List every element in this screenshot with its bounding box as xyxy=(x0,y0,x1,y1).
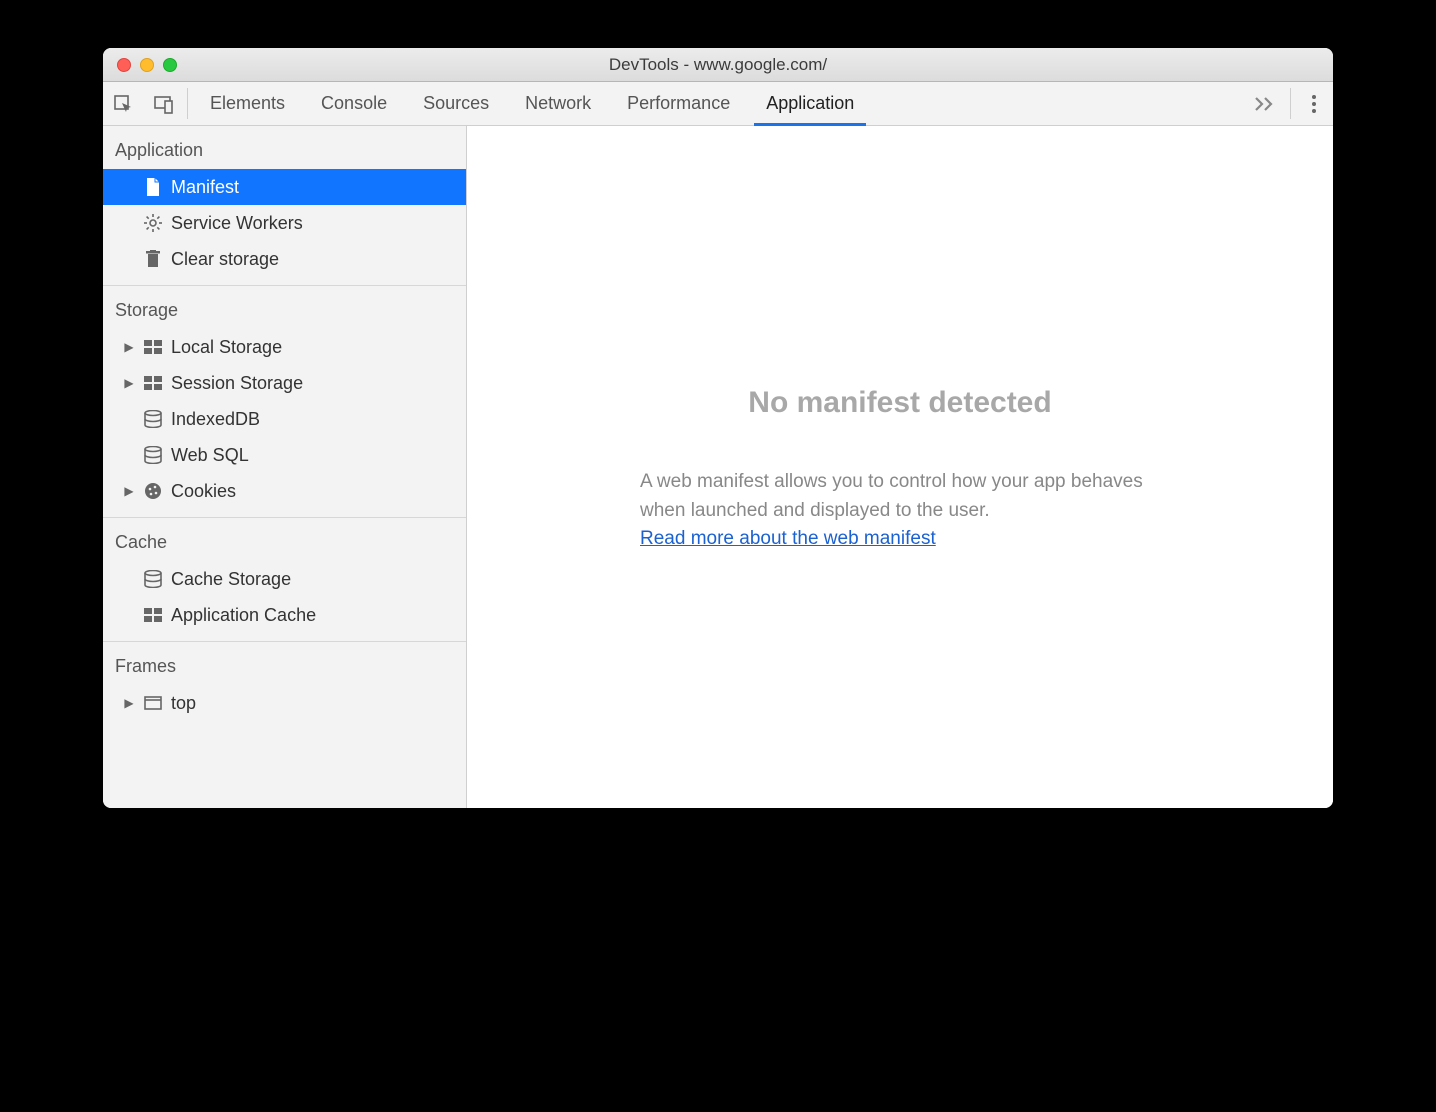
devtools-window: DevTools - www.google.com/ Elements Cons… xyxy=(103,48,1333,808)
device-icon xyxy=(153,94,173,114)
cookie-icon xyxy=(143,481,163,501)
sidebar-item-cookies[interactable]: ▶ Cookies xyxy=(103,473,466,509)
application-sidebar: Application Manifest Service Workers xyxy=(103,126,467,808)
trash-icon xyxy=(143,249,163,269)
sidebar-item-clear-storage[interactable]: Clear storage xyxy=(103,241,466,277)
sidebar-item-label: Manifest xyxy=(171,177,239,198)
devtools-toolbar: Elements Console Sources Network Perform… xyxy=(103,82,1333,126)
sidebar-item-label: Application Cache xyxy=(171,605,316,626)
sidebar-item-label: Clear storage xyxy=(171,249,279,270)
disclosure-triangle-icon[interactable]: ▶ xyxy=(123,376,135,390)
tab-performance[interactable]: Performance xyxy=(609,82,748,125)
sidebar-item-label: top xyxy=(171,693,196,714)
sidebar-group-cache: Cache xyxy=(103,518,466,561)
sidebar-item-top-frame[interactable]: ▶ top xyxy=(103,685,466,721)
sidebar-item-label: Web SQL xyxy=(171,445,249,466)
inspect-element-button[interactable] xyxy=(103,82,143,125)
disclosure-triangle-icon[interactable]: ▶ xyxy=(123,696,135,710)
disclosure-triangle-icon[interactable]: ▶ xyxy=(123,340,135,354)
sidebar-item-manifest[interactable]: Manifest xyxy=(103,169,466,205)
sidebar-item-label: Cookies xyxy=(171,481,236,502)
kebab-icon xyxy=(1311,94,1317,114)
sidebar-item-service-workers[interactable]: Service Workers xyxy=(103,205,466,241)
database-icon xyxy=(143,445,163,465)
sidebar-group-application: Application xyxy=(103,126,466,169)
window-icon xyxy=(143,693,163,713)
gear-icon xyxy=(143,213,163,233)
database-icon xyxy=(143,569,163,589)
disclosure-triangle-icon[interactable]: ▶ xyxy=(123,484,135,498)
manifest-panel: No manifest detected A web manifest allo… xyxy=(467,126,1333,808)
tab-console[interactable]: Console xyxy=(303,82,405,125)
file-icon xyxy=(143,177,163,197)
tab-sources[interactable]: Sources xyxy=(405,82,507,125)
toolbar-separator xyxy=(187,88,188,119)
read-more-link[interactable]: Read more about the web manifest xyxy=(640,528,936,549)
titlebar: DevTools - www.google.com/ xyxy=(103,48,1333,82)
close-window-button[interactable] xyxy=(117,58,131,72)
sidebar-item-label: IndexedDB xyxy=(171,409,260,430)
no-manifest-description: A web manifest allows you to control how… xyxy=(640,468,1160,554)
devtools-body: Application Manifest Service Workers xyxy=(103,126,1333,808)
sidebar-item-label: Session Storage xyxy=(171,373,303,394)
sidebar-item-application-cache[interactable]: Application Cache xyxy=(103,597,466,633)
description-text: A web manifest allows you to control how… xyxy=(640,471,1143,521)
sidebar-item-label: Cache Storage xyxy=(171,569,291,590)
tab-elements[interactable]: Elements xyxy=(192,82,303,125)
inspect-icon xyxy=(113,94,133,114)
sidebar-item-indexeddb[interactable]: IndexedDB xyxy=(103,401,466,437)
sidebar-item-label: Service Workers xyxy=(171,213,303,234)
minimize-window-button[interactable] xyxy=(140,58,154,72)
database-icon xyxy=(143,409,163,429)
tab-application[interactable]: Application xyxy=(748,82,872,125)
settings-menu-button[interactable] xyxy=(1295,82,1333,125)
sidebar-item-label: Local Storage xyxy=(171,337,282,358)
traffic-lights xyxy=(103,58,177,72)
device-toolbar-button[interactable] xyxy=(143,82,183,125)
window-title: DevTools - www.google.com/ xyxy=(103,55,1333,75)
sidebar-group-frames: Frames xyxy=(103,642,466,685)
zoom-window-button[interactable] xyxy=(163,58,177,72)
sidebar-item-session-storage[interactable]: ▶ Session Storage xyxy=(103,365,466,401)
sidebar-item-web-sql[interactable]: Web SQL xyxy=(103,437,466,473)
table-icon xyxy=(143,373,163,393)
sidebar-item-local-storage[interactable]: ▶ Local Storage xyxy=(103,329,466,365)
no-manifest-heading: No manifest detected xyxy=(748,386,1051,420)
chevron-double-right-icon xyxy=(1254,95,1276,113)
more-tabs-button[interactable] xyxy=(1244,82,1286,125)
table-icon xyxy=(143,337,163,357)
sidebar-group-storage: Storage xyxy=(103,286,466,329)
table-icon xyxy=(143,605,163,625)
sidebar-item-cache-storage[interactable]: Cache Storage xyxy=(103,561,466,597)
tab-network[interactable]: Network xyxy=(507,82,609,125)
toolbar-separator xyxy=(1290,88,1291,119)
devtools-tabs: Elements Console Sources Network Perform… xyxy=(192,82,1244,125)
